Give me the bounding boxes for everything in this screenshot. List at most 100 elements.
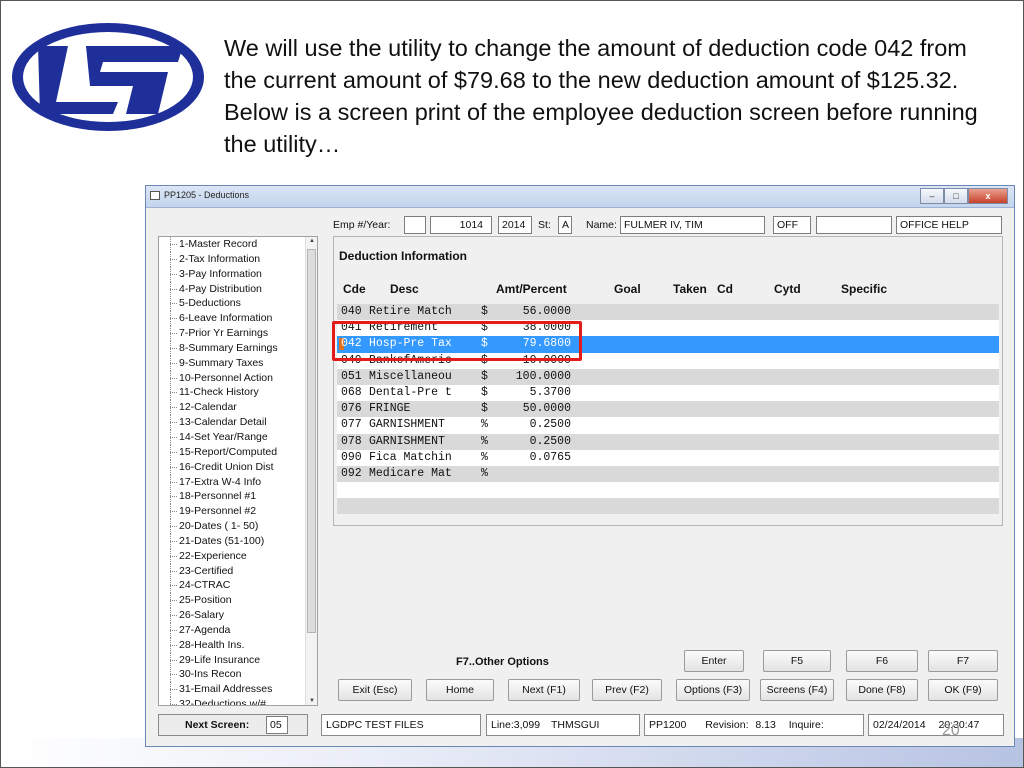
tree-item[interactable]: 13-Calendar Detail bbox=[159, 415, 278, 430]
tree-item[interactable]: 18-Personnel #1 bbox=[159, 489, 278, 505]
tree-item[interactable]: 21-Dates (51-100) bbox=[159, 533, 278, 549]
deduction-code: 041 bbox=[341, 321, 362, 335]
maximize-button[interactable]: □ bbox=[944, 188, 968, 204]
status-user: THMSGUI bbox=[550, 719, 600, 731]
deduction-row[interactable] bbox=[337, 498, 999, 515]
status-revision: 8.13 bbox=[755, 719, 776, 731]
f6-button[interactable]: F6 bbox=[846, 650, 918, 672]
enter-button[interactable]: Enter bbox=[684, 650, 744, 672]
tree-item[interactable]: 32-Deductions w/# bbox=[159, 697, 278, 705]
deduction-code: 040 bbox=[341, 305, 362, 318]
tree-item[interactable]: 9-Summary Taxes bbox=[159, 355, 278, 371]
scroll-up-icon[interactable]: ▲ bbox=[306, 238, 317, 244]
deduction-row[interactable]: 040 Retire Match $56.0000 bbox=[337, 304, 999, 321]
deduction-row[interactable]: 092 Medicare Mat% bbox=[337, 465, 999, 483]
deduction-row[interactable]: 090 Fica Matchin% 0.0765 bbox=[337, 449, 999, 466]
screen-tree: 1-Master Record 2-Tax Information 3-Pay In… bbox=[158, 236, 318, 706]
status-bar: Next Screen: 05 LGDPC TEST FILES Line:3,… bbox=[146, 714, 1014, 740]
deduction-desc: GARNISHMENT bbox=[369, 434, 445, 448]
deduction-type: $ bbox=[481, 337, 488, 351]
deduction-desc: Miscellaneou bbox=[369, 369, 452, 383]
scroll-down-icon[interactable]: ▼ bbox=[306, 698, 317, 704]
deduction-row[interactable]: 051 Miscellaneou $100.0000 bbox=[337, 368, 999, 385]
tree-item[interactable]: 28-Health Ins. bbox=[159, 637, 278, 653]
tree-item[interactable]: 17-Extra W-4 Info bbox=[159, 474, 278, 490]
year-field[interactable]: 2014 bbox=[498, 216, 532, 234]
tree-item[interactable]: 14-Set Year/Range bbox=[159, 429, 278, 445]
deduction-row[interactable]: 042 Hosp-Pre Tax $79.6800 bbox=[337, 336, 999, 353]
deduction-row[interactable]: 049 BankofAmeric $10.0000 bbox=[337, 352, 999, 369]
blank-field[interactable] bbox=[816, 216, 892, 234]
emp-number-field[interactable]: 1014 bbox=[430, 216, 492, 234]
deduction-amount: 0.2500 bbox=[529, 418, 571, 432]
tree-item[interactable]: 12-Calendar bbox=[159, 400, 278, 416]
tree-item[interactable]: 16-Credit Union Dist bbox=[159, 459, 278, 475]
close-button[interactable]: x bbox=[968, 188, 1008, 204]
tree-item[interactable]: 3-Pay Information bbox=[159, 266, 278, 282]
tree-scrollbar[interactable]: ▲ ▼ bbox=[305, 237, 317, 705]
screens-button[interactable]: Screens (F4) bbox=[760, 679, 834, 701]
tree-item[interactable]: 24-CTRAC bbox=[159, 578, 278, 594]
deduction-row[interactable]: 068 Dental-Pre t $5.3700 bbox=[337, 384, 999, 402]
col-header-specific: Specific bbox=[841, 282, 888, 296]
tree-item[interactable]: 25-Position bbox=[159, 593, 278, 609]
exit-button[interactable]: Exit (Esc) bbox=[338, 679, 412, 701]
deduction-type: $ bbox=[481, 369, 488, 383]
deduction-row[interactable]: 078 GARNISHMENT% 0.2500 bbox=[337, 433, 999, 450]
status-mode: Inquire: bbox=[788, 719, 824, 731]
tree-item[interactable]: 10-Personnel Action bbox=[159, 370, 278, 386]
status-date: 02/24/2014 bbox=[873, 719, 926, 731]
home-button[interactable]: Home bbox=[426, 679, 494, 701]
deduction-code: 068 bbox=[341, 385, 362, 399]
intro-text: We will use the utility to change the am… bbox=[224, 35, 978, 157]
name-field[interactable]: FULMER IV, TIM bbox=[620, 216, 765, 234]
deduction-type: $ bbox=[481, 402, 488, 416]
done-button[interactable]: Done (F8) bbox=[846, 679, 918, 701]
tree-item[interactable]: 23-Certified bbox=[159, 563, 278, 579]
tree-item[interactable]: 6-Leave Information bbox=[159, 311, 278, 327]
tree-item[interactable]: 30-Ins Recon bbox=[159, 667, 278, 683]
deduction-desc: Retirement bbox=[369, 321, 439, 335]
options-button[interactable]: Options (F3) bbox=[676, 679, 750, 701]
tree-item[interactable]: 19-Personnel #2 bbox=[159, 504, 278, 520]
deduction-row[interactable]: 077 GARNISHMENT% 0.2500 bbox=[337, 417, 999, 434]
position-field[interactable]: OFFICE HELP bbox=[896, 216, 1002, 234]
ok-button[interactable]: OK (F9) bbox=[928, 679, 998, 701]
next-screen-input[interactable]: 05 bbox=[266, 716, 288, 734]
window-app-icon bbox=[150, 191, 160, 200]
deduction-type: $ bbox=[481, 305, 488, 318]
deduction-row[interactable] bbox=[337, 482, 999, 499]
status-database: LGDPC TEST FILES bbox=[321, 714, 481, 736]
tree-item[interactable]: 7-Prior Yr Earnings bbox=[159, 326, 278, 341]
tree-item[interactable]: 29-Life Insurance bbox=[159, 652, 278, 668]
location-field[interactable]: OFF bbox=[773, 216, 811, 234]
tree-item[interactable]: 11-Check History bbox=[159, 385, 278, 401]
tree-item[interactable]: 31-Email Addresses bbox=[159, 682, 278, 698]
screen-tree-list: 1-Master Record 2-Tax Information 3-Pay In… bbox=[159, 237, 278, 705]
prev-button[interactable]: Prev (F2) bbox=[592, 679, 662, 701]
deduction-row[interactable]: 076 FRINGE $50.0000 bbox=[337, 401, 999, 418]
minimize-button[interactable]: – bbox=[920, 188, 944, 204]
status-field[interactable]: A bbox=[558, 216, 572, 234]
deduction-desc: FRINGE bbox=[369, 402, 411, 416]
tree-item[interactable]: 20-Dates ( 1- 50) bbox=[159, 519, 278, 534]
tree-item[interactable]: 4-Pay Distribution bbox=[159, 281, 278, 297]
status-line-user: Line:3,099 THMSGUI bbox=[486, 714, 640, 736]
f7-button[interactable]: F7 bbox=[928, 650, 998, 672]
tree-item[interactable]: 22-Experience bbox=[159, 548, 278, 564]
tree-item[interactable]: 8-Summary Earnings bbox=[159, 340, 278, 356]
deduction-desc: Fica Matchin bbox=[369, 450, 452, 464]
tree-item[interactable]: 2-Tax Information bbox=[159, 251, 278, 267]
tree-scroll-thumb[interactable] bbox=[307, 249, 316, 633]
emp-prefix-field[interactable] bbox=[404, 216, 426, 234]
deduction-row[interactable]: 041 Retirement $38.0000 bbox=[337, 320, 999, 337]
tree-item[interactable]: 27-Agenda bbox=[159, 622, 278, 638]
tree-item[interactable]: 26-Salary bbox=[159, 608, 278, 623]
deduction-code: 077 bbox=[341, 418, 362, 432]
tree-item[interactable]: 15-Report/Computed bbox=[159, 444, 278, 460]
tree-item[interactable]: 1-Master Record bbox=[159, 237, 278, 252]
next-button[interactable]: Next (F1) bbox=[508, 679, 580, 701]
tree-item[interactable]: 5-Deductions bbox=[159, 296, 278, 312]
f5-button[interactable]: F5 bbox=[763, 650, 831, 672]
deduction-desc: Retire Match bbox=[369, 305, 452, 318]
